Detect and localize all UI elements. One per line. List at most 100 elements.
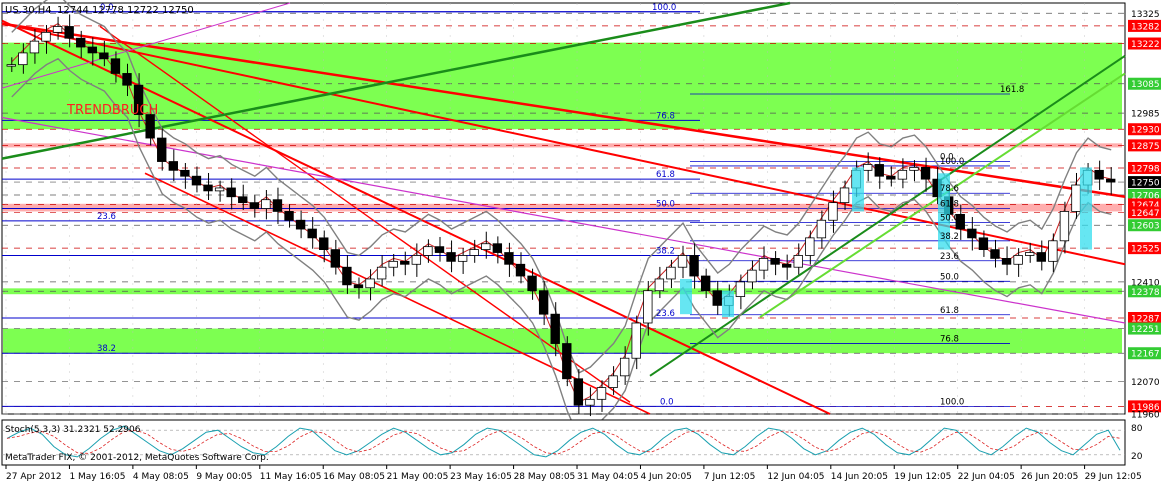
x-tick-label-13: 14 Jun 20:05 [831, 472, 888, 482]
x-tick-label-7: 23 May 16:05 [450, 472, 512, 482]
price-label-19: 12070 [1131, 378, 1160, 388]
symbol-header: US.30,H4 [5, 5, 52, 16]
price-label-7: 12798 [1131, 164, 1160, 174]
candle-body-49 [573, 378, 584, 406]
candle-body-95 [1106, 178, 1116, 183]
candle-body-43 [504, 252, 514, 265]
candle-body-74 [862, 164, 873, 171]
candle-body-60 [700, 275, 711, 292]
price-label-18: 12167 [1131, 350, 1160, 360]
candle-body-0 [6, 64, 16, 67]
candle-body-17 [203, 184, 213, 192]
candle-body-10 [122, 73, 132, 86]
highlight-box-4 [1080, 167, 1092, 250]
x-tick-label-8: 28 May 08:05 [514, 472, 576, 482]
candle-body-6 [76, 37, 86, 48]
candle-body-78 [909, 166, 919, 171]
candle-body-63 [735, 281, 746, 297]
candle-body-1 [18, 52, 28, 66]
candle-body-58 [677, 255, 688, 268]
candle-body-42 [492, 243, 503, 253]
fib-label-left-5: 38.2 [656, 246, 675, 256]
candle-body-40 [469, 249, 479, 256]
candle-body-55 [643, 290, 653, 324]
fib-label-right-3: 78.6 [940, 184, 959, 194]
price-label-13: 12525 [1131, 245, 1160, 255]
fib-label-right-11: 100.0 [940, 397, 964, 407]
candle-body-79 [920, 166, 931, 180]
candle-body-13 [157, 137, 167, 162]
x-tick-label-17: 29 Jun 12:05 [1085, 472, 1142, 482]
fib-label-left-7: 0.0 [660, 397, 674, 407]
fib-label-right-5: 50.0 [940, 214, 959, 224]
candle-body-23 [272, 199, 283, 212]
candle-body-76 [886, 175, 896, 180]
x-tick-label-12: 12 Jun 04:05 [767, 472, 824, 482]
x-tick-label-2: 4 May 08:05 [133, 472, 189, 482]
candle-body-39 [457, 255, 468, 262]
candle-body-66 [770, 258, 780, 265]
stoch-tick-80: 80 [1131, 424, 1143, 434]
candle-body-52 [608, 375, 618, 388]
fib-label-right-10: 76.8 [940, 335, 959, 345]
candle-body-9 [110, 58, 121, 74]
candle-body-36 [423, 246, 433, 256]
candle-body-85 [990, 249, 1000, 259]
candle-body-90 [1048, 240, 1058, 262]
candle-body-30 [353, 284, 364, 289]
candle-body-70 [816, 219, 827, 239]
candle-body-2 [29, 40, 40, 54]
candle-body-20 [238, 196, 248, 204]
candle-body-41 [481, 243, 491, 251]
candle-body-12 [145, 114, 155, 139]
price-label-4: 12985 [1131, 110, 1160, 120]
candle-body-7 [87, 46, 97, 54]
x-tick-label-14: 19 Jun 12:05 [894, 472, 951, 482]
fib-label-left-1: 100.0 [652, 3, 676, 13]
candle-body-75 [874, 164, 884, 177]
candle-body-61 [712, 290, 722, 306]
candle-body-65 [758, 258, 769, 271]
candle-body-34 [400, 260, 410, 265]
price-label-8: 12750 [1131, 179, 1160, 189]
candle-body-16 [191, 175, 202, 186]
trendbruch-annotation: TRENDBRUCH [66, 103, 158, 118]
candle-body-48 [562, 343, 572, 380]
trading-chart[interactable]: 0.0 100.076.861.850.038.223.60.023.638.21… [0, 0, 1167, 482]
fib-label-right-7: 23.6 [940, 252, 959, 262]
fib-label-right-2: 100.0 [940, 157, 964, 167]
candle-body-21 [249, 202, 260, 209]
price-axis: 13325 13282 13222 13085 12985 12930 12875 12798… [1128, 10, 1161, 421]
candle-body-83 [967, 228, 977, 239]
candle-body-37 [434, 246, 445, 253]
candle-body-46 [538, 290, 549, 315]
candle-body-77 [897, 169, 908, 180]
x-tick-label-1: 1 May 16:05 [69, 472, 125, 482]
candle-body-28 [330, 249, 341, 268]
fib-label-left-9: 38.2 [97, 344, 116, 354]
x-tick-label-3: 9 May 00:05 [196, 472, 252, 482]
candle-body-32 [376, 266, 387, 280]
price-label-1: 13282 [1131, 22, 1160, 32]
x-tick-label-5: 16 May 08:05 [323, 472, 385, 482]
ohlc-header: 12744 12778 12722 12750 [57, 5, 194, 16]
candle-body-22 [261, 199, 271, 209]
x-tick-label-10: 4 Jun 20:05 [640, 472, 691, 482]
candle-body-33 [388, 260, 398, 268]
candle-body-25 [295, 219, 306, 230]
candle-body-14 [168, 161, 178, 171]
candle-body-72 [839, 187, 850, 204]
fib-label-right-0: 161.8 [1000, 85, 1024, 95]
candle-body-38 [446, 252, 456, 262]
candle-body-31 [365, 278, 375, 289]
candle-body-4 [52, 26, 63, 33]
x-tick-label-11: 7 Jun 12:05 [704, 472, 755, 482]
time-axis: 27 Apr 2012 1 May 16:05 4 May 08:05 9 May 0… [5, 465, 1142, 482]
price-label-12: 12603 [1131, 222, 1160, 232]
zone-0 [3, 42, 1122, 130]
candle-body-50 [585, 398, 595, 406]
candle-body-19 [226, 187, 236, 198]
candle-body-51 [596, 387, 607, 400]
candle-body-56 [654, 278, 665, 292]
candle-body-47 [550, 313, 560, 344]
